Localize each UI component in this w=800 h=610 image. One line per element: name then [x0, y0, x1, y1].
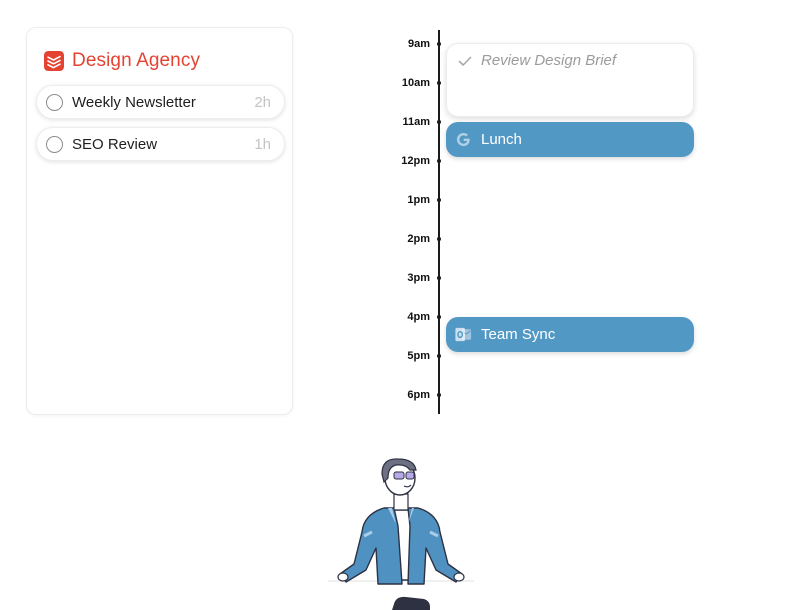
time-slot: 9am [380, 37, 442, 51]
time-label: 2pm [407, 233, 430, 245]
project-panel: Design Agency Weekly Newsletter 2h SEO R… [26, 27, 293, 415]
task-checkbox[interactable] [46, 135, 63, 153]
event-label: Lunch [481, 131, 522, 148]
task-duration: 1h [254, 135, 271, 153]
time-label: 6pm [407, 389, 430, 401]
time-slot: 6pm [380, 388, 442, 402]
time-label: 4pm [407, 311, 430, 323]
time-marker [437, 237, 441, 241]
time-label: 12pm [401, 155, 430, 167]
time-marker [437, 159, 441, 163]
project-header[interactable]: Design Agency [44, 50, 200, 72]
event-label: Review Design Brief [481, 52, 617, 69]
time-slot: 11am [380, 115, 442, 129]
time-slot: 3pm [380, 271, 442, 285]
person-illustration [328, 458, 474, 610]
task-item[interactable]: Weekly Newsletter 2h [36, 85, 285, 119]
task-label: Weekly Newsletter [72, 93, 196, 111]
project-title: Design Agency [72, 50, 201, 71]
time-marker [437, 354, 441, 358]
time-label: 11am [402, 116, 430, 128]
event-lunch[interactable]: Lunch [446, 122, 694, 157]
checkmark-icon [458, 56, 472, 66]
time-label: 1pm [407, 194, 430, 206]
time-label: 10am [401, 77, 430, 89]
time-marker [437, 198, 441, 202]
event-label: Team Sync [481, 326, 556, 343]
time-marker [437, 81, 441, 85]
task-duration: 2h [254, 93, 271, 111]
event-team-sync[interactable]: Team Sync [446, 317, 694, 352]
time-slot: 4pm [380, 310, 442, 324]
time-marker [437, 42, 441, 46]
todoist-logo-icon [44, 51, 64, 71]
google-calendar-icon [456, 132, 470, 147]
outlook-icon [455, 327, 472, 342]
event-review-design-brief[interactable]: Review Design Brief [446, 43, 694, 117]
time-label: 3pm [407, 272, 430, 284]
time-slot: 10am [380, 76, 442, 90]
time-slot: 1pm [380, 193, 442, 207]
time-marker [437, 315, 441, 319]
time-slot: 12pm [380, 154, 442, 168]
time-label: 9am [407, 38, 430, 50]
time-label: 5pm [407, 350, 430, 362]
task-label: SEO Review [72, 135, 158, 153]
time-marker [437, 276, 441, 280]
task-item[interactable]: SEO Review 1h [36, 127, 285, 161]
time-marker [437, 120, 441, 124]
time-slot: 5pm [380, 349, 442, 363]
time-marker [437, 393, 441, 397]
task-checkbox[interactable] [46, 93, 63, 111]
time-slot: 2pm [380, 232, 442, 246]
